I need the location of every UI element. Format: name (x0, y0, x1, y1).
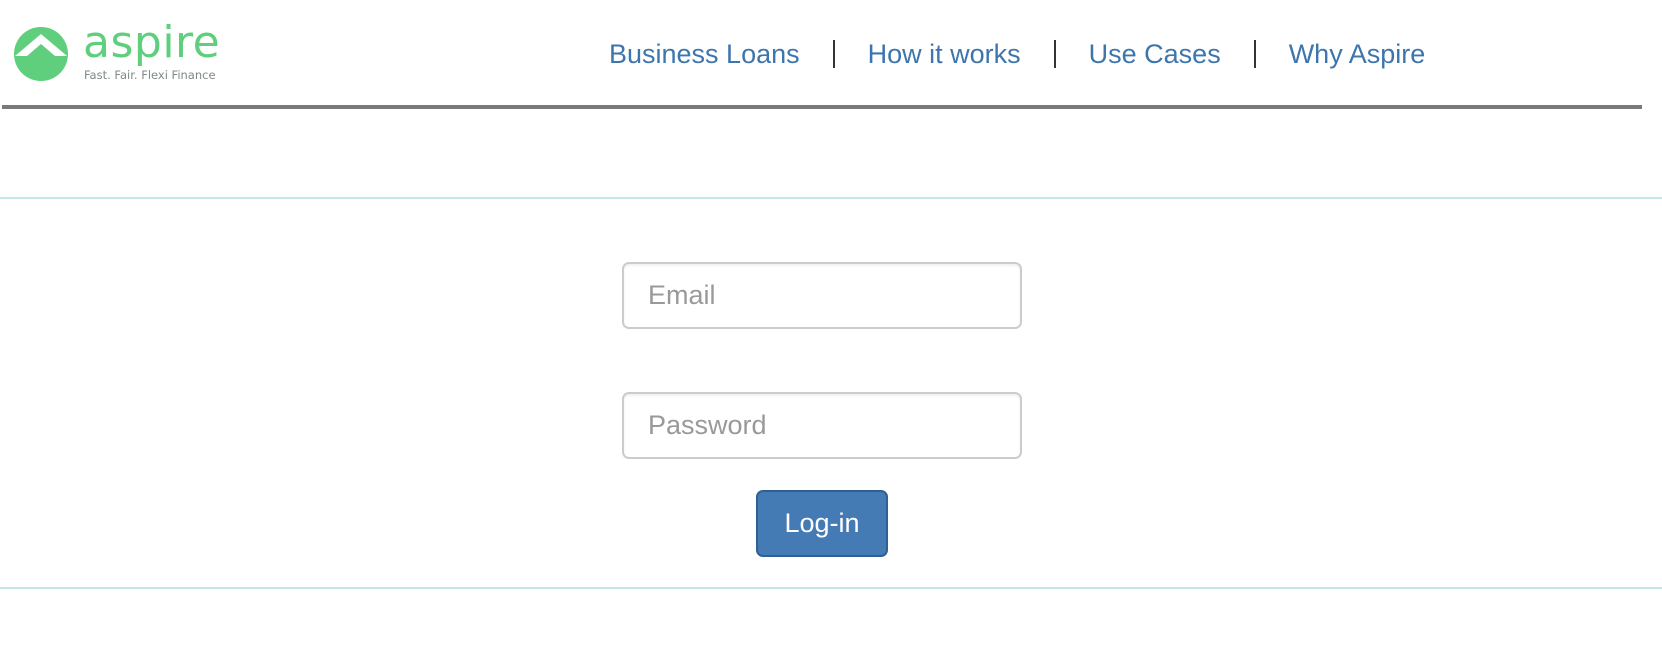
nav-separator (832, 40, 835, 68)
nav-separator (1253, 40, 1256, 68)
login-button[interactable]: Log-in (756, 490, 888, 557)
login-panel-bottom-divider (0, 587, 1662, 589)
nav-link-use-cases[interactable]: Use Cases (1089, 36, 1221, 72)
nav-link-why-aspire[interactable]: Why Aspire (1289, 36, 1426, 72)
header-divider (2, 105, 1642, 109)
nav-link-business-loans[interactable]: Business Loans (609, 36, 800, 72)
nav-link-how-it-works[interactable]: How it works (868, 36, 1021, 72)
email-field[interactable] (622, 262, 1022, 329)
password-field[interactable] (622, 392, 1022, 459)
login-panel-top-divider (0, 197, 1662, 199)
main-nav: Business Loans How it works Use Cases Wh… (609, 36, 1425, 72)
site-header: aspire Fast. Fair. Flexi Finance Busines… (0, 0, 1662, 109)
aspire-logo-icon (14, 27, 68, 81)
aspire-logo-link[interactable]: aspire Fast. Fair. Flexi Finance (13, 17, 220, 82)
nav-separator (1053, 40, 1056, 68)
brand-tagline: Fast. Fair. Flexi Finance (84, 68, 216, 82)
brand-name: aspire (83, 17, 221, 68)
